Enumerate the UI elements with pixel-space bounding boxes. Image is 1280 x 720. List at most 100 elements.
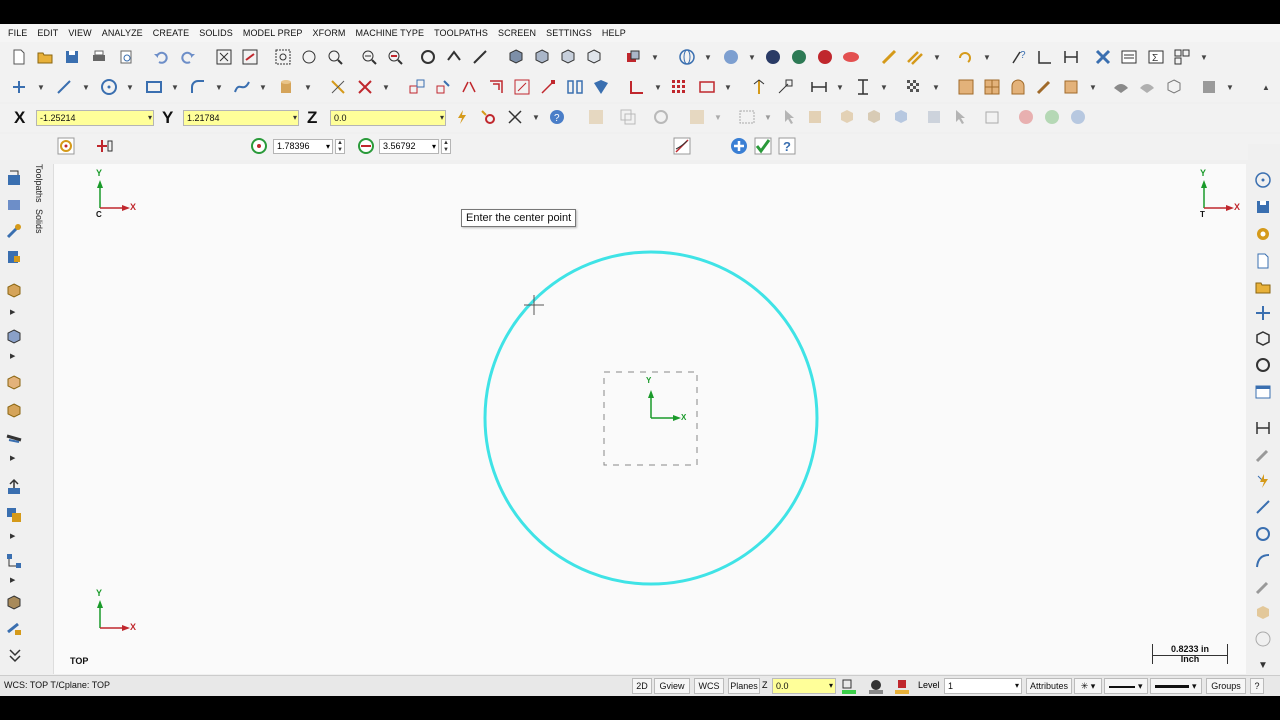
line-icon[interactable]: [55, 78, 73, 96]
solid-box-icon[interactable]: [5, 282, 23, 300]
right-cube-icon[interactable]: [1254, 330, 1272, 348]
spline-icon[interactable]: [233, 78, 251, 96]
undo-analysis-icon[interactable]: [956, 48, 974, 66]
hatch-icon[interactable]: [905, 78, 923, 96]
note-icon[interactable]: [776, 78, 794, 96]
circle-icon[interactable]: [100, 78, 118, 96]
dimension-icon[interactable]: [750, 78, 768, 96]
layout-icon[interactable]: [1173, 48, 1191, 66]
undo-icon[interactable]: [152, 48, 170, 66]
tool-icon[interactable]: [5, 222, 23, 240]
menu-file[interactable]: FILE: [8, 28, 27, 38]
view-iso-icon[interactable]: [507, 48, 525, 66]
level-input[interactable]: 1 ▾: [944, 678, 1022, 694]
right-fill-icon[interactable]: [1254, 578, 1272, 596]
push-pull-icon[interactable]: [5, 478, 23, 496]
pan-icon[interactable]: [471, 48, 489, 66]
trim-icon[interactable]: [329, 78, 347, 96]
layout-caret[interactable]: ▼: [1200, 53, 1208, 62]
menu-analyze[interactable]: ANALYZE: [102, 28, 143, 38]
right-panel-icon[interactable]: [1254, 383, 1272, 401]
spline-caret[interactable]: ▼: [259, 83, 267, 92]
tangent-icon[interactable]: [673, 137, 691, 155]
save-icon[interactable]: [63, 48, 81, 66]
xform-translate-icon[interactable]: [408, 78, 426, 96]
delete-entity-icon[interactable]: [356, 78, 374, 96]
hatch-caret[interactable]: ▼: [932, 83, 940, 92]
array-caret[interactable]: ▼: [654, 83, 662, 92]
xform-mirror-icon[interactable]: [460, 78, 478, 96]
wireframe-globe-icon[interactable]: [678, 48, 696, 66]
radius-spinner[interactable]: ▲ ▼: [335, 139, 345, 154]
print-preview-icon[interactable]: [117, 48, 135, 66]
expand-group-3[interactable]: ▶: [10, 454, 15, 462]
solid-cylinder-icon[interactable]: [277, 78, 295, 96]
menu-xform[interactable]: XFORM: [313, 28, 346, 38]
delete-caret[interactable]: ▼: [382, 83, 390, 92]
toolpath-manager-icon[interactable]: [5, 169, 23, 187]
autocursor-settings-icon[interactable]: [479, 108, 497, 126]
fit-screen-icon[interactable]: [215, 48, 233, 66]
redo-icon[interactable]: [179, 48, 197, 66]
apply-plus-icon[interactable]: [730, 137, 748, 155]
fillet-caret[interactable]: ▼: [215, 83, 223, 92]
view-cube-icon[interactable]: [624, 48, 642, 66]
point-style-button[interactable]: ✳ ▾: [1074, 678, 1102, 694]
machine-icon[interactable]: [5, 248, 23, 266]
line-caret[interactable]: ▼: [82, 83, 90, 92]
z-coord-input[interactable]: 0.0 ▾: [330, 110, 446, 126]
fast-point-icon[interactable]: [453, 108, 471, 126]
solid-layers-icon[interactable]: [5, 328, 23, 346]
grid-dots-icon[interactable]: [670, 78, 688, 96]
menu-machine-type[interactable]: MACHINE TYPE: [356, 28, 425, 38]
repaint-icon[interactable]: [241, 48, 259, 66]
right-circle-icon[interactable]: [1254, 525, 1272, 543]
diameter-spinner[interactable]: ▲ ▼: [441, 139, 451, 154]
stock-model-icon[interactable]: [5, 594, 23, 612]
right-gear-icon[interactable]: [1254, 225, 1272, 243]
horizontal-dim-icon[interactable]: [810, 78, 828, 96]
view-cube-caret[interactable]: ▼: [651, 53, 659, 62]
y-coord-input[interactable]: 1.21784 ▾: [183, 110, 299, 126]
xform-project-icon[interactable]: [592, 78, 610, 96]
edit-plus-point-icon[interactable]: [96, 137, 114, 155]
menu-edit[interactable]: EDIT: [37, 28, 58, 38]
right-open-folder-icon[interactable]: [1254, 278, 1272, 296]
status-help-button[interactable]: ?: [1250, 678, 1264, 694]
view-top-icon[interactable]: [585, 48, 603, 66]
surface-caret[interactable]: ▼: [1226, 83, 1234, 92]
menu-help[interactable]: HELP: [602, 28, 626, 38]
operation-icon[interactable]: [5, 196, 23, 214]
target-icon[interactable]: [1254, 171, 1272, 189]
right-dimension-icon[interactable]: [1254, 419, 1272, 437]
radius-input[interactable]: 1.78396 ▾: [273, 139, 333, 154]
pencil-caret[interactable]: ▼: [933, 53, 941, 62]
vdim-caret[interactable]: ▼: [880, 83, 888, 92]
shade-green-icon[interactable]: [790, 48, 808, 66]
more-down-icon[interactable]: [6, 646, 24, 664]
attributes-button[interactable]: Attributes: [1026, 678, 1072, 694]
stock-arch-icon[interactable]: [1009, 78, 1027, 96]
wcs-button[interactable]: WCS: [694, 678, 724, 694]
diameter-input[interactable]: 3.56792 ▾: [379, 139, 439, 154]
expand-group-2[interactable]: ▶: [10, 352, 15, 360]
wireframe-caret[interactable]: ▼: [704, 53, 712, 62]
stock-pencil-icon[interactable]: [1035, 78, 1053, 96]
surface-blend-icon[interactable]: [1200, 78, 1218, 96]
toolbar-overflow-caret[interactable]: ▲: [1262, 83, 1270, 92]
xform-scale-icon[interactable]: [513, 78, 531, 96]
menu-create[interactable]: CREATE: [153, 28, 189, 38]
settings-tools-icon[interactable]: [1094, 48, 1112, 66]
hidden-line-icon[interactable]: [764, 48, 782, 66]
planes-button[interactable]: Planes: [728, 678, 760, 694]
menu-model-prep[interactable]: MODEL PREP: [243, 28, 303, 38]
help-circle-icon[interactable]: ?: [548, 108, 566, 126]
shade-red-icon[interactable]: [816, 48, 834, 66]
right-move-icon[interactable]: [1254, 304, 1272, 322]
menu-settings[interactable]: SETTINGS: [546, 28, 592, 38]
snap-caret[interactable]: ▼: [532, 113, 540, 122]
print-icon[interactable]: [90, 48, 108, 66]
snap-cross-icon[interactable]: [506, 108, 524, 126]
surface-color-icon[interactable]: [867, 677, 885, 695]
revolve-icon[interactable]: [5, 402, 23, 420]
